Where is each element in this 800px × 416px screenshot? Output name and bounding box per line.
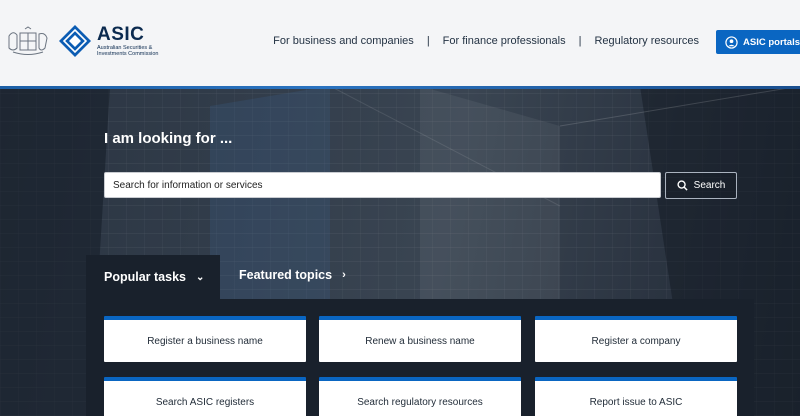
logo-subtitle: Australian Securities & Investments Comm… [97, 45, 167, 57]
nav-item-business[interactable]: For business and companies [273, 35, 414, 47]
site-header: ASIC Australian Securities & Investments… [0, 0, 800, 86]
hero-heading: I am looking for ... [104, 130, 233, 147]
asic-portals-button[interactable]: ASIC portals [716, 30, 800, 54]
search-button-label: Search [693, 180, 726, 191]
tab-popular-tasks[interactable]: Popular tasks ⌄ [86, 255, 220, 299]
user-circle-icon [725, 35, 738, 49]
coat-of-arms-icon [8, 26, 48, 55]
task-card-search-regulatory-resources[interactable]: Search regulatory resources [319, 377, 521, 416]
chevron-down-icon: ⌄ [195, 271, 205, 283]
nav-separator: | [426, 35, 430, 47]
tab-featured-label: Featured topics [239, 268, 333, 282]
task-card-register-company[interactable]: Register a company [535, 316, 737, 362]
nav-separator: | [578, 35, 582, 47]
task-card-search-registers[interactable]: Search ASIC registers [104, 377, 306, 416]
nav-item-regulatory[interactable]: Regulatory resources [594, 35, 699, 47]
task-card-register-business-name[interactable]: Register a business name [104, 316, 306, 362]
search-input[interactable] [104, 172, 661, 198]
task-card-renew-business-name[interactable]: Renew a business name [319, 316, 521, 362]
logo-wordmark[interactable]: ASIC [97, 24, 144, 46]
asic-portals-label: ASIC portals [743, 36, 800, 48]
chevron-right-icon: › [342, 269, 346, 281]
search-button[interactable]: Search [665, 172, 737, 199]
nav-item-finance[interactable]: For finance professionals [443, 35, 566, 47]
tab-featured-topics[interactable]: Featured topics › [239, 268, 346, 282]
hero-accent-line [0, 86, 800, 89]
asic-logo-icon[interactable] [58, 24, 92, 58]
logo-subtitle-line: Investments Commission [97, 51, 159, 57]
search-icon [677, 180, 688, 191]
tab-popular-label: Popular tasks [104, 270, 186, 284]
task-card-report-issue[interactable]: Report issue to ASIC [535, 377, 737, 416]
main-nav: For business and companies | For finance… [273, 35, 699, 47]
